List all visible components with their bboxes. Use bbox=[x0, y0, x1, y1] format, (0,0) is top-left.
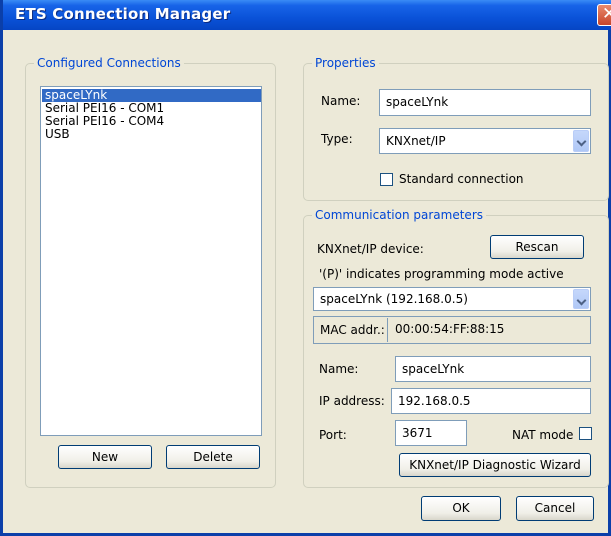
nat-mode-label: NAT mode bbox=[512, 428, 574, 442]
device-select-value: spaceLYnk (192.168.0.5) bbox=[320, 292, 468, 306]
window-title: ETS Connection Manager bbox=[15, 5, 231, 23]
standard-connection-label: Standard connection bbox=[399, 172, 524, 186]
programming-mode-note: '(P)' indicates programming mode active bbox=[319, 267, 564, 281]
close-icon: ✕ bbox=[602, 4, 611, 24]
mac-divider bbox=[387, 318, 388, 342]
connection-manager-window: ETS Connection Manager ✕ Configured Conn… bbox=[0, 0, 611, 536]
ok-button[interactable]: OK bbox=[421, 496, 501, 521]
mac-address-label: MAC addr.: bbox=[320, 323, 385, 337]
close-button[interactable]: ✕ bbox=[597, 4, 611, 26]
port-input[interactable]: 3671 bbox=[395, 420, 467, 446]
comm-name-input[interactable]: spaceLYnk bbox=[395, 356, 591, 382]
chevron-down-icon[interactable] bbox=[573, 289, 589, 309]
diagnostic-wizard-button[interactable]: KNXnet/IP Diagnostic Wizard bbox=[399, 453, 591, 477]
standard-connection-checkbox[interactable] bbox=[380, 173, 393, 186]
mac-address-value: 00:00:54:FF:88:15 bbox=[395, 322, 505, 336]
new-button[interactable]: New bbox=[58, 445, 152, 469]
port-label: Port: bbox=[319, 428, 347, 442]
rescan-button[interactable]: Rescan bbox=[490, 235, 584, 259]
cancel-button[interactable]: Cancel bbox=[516, 496, 594, 521]
connection-item-usb[interactable]: USB bbox=[42, 128, 70, 141]
chevron-down-icon[interactable] bbox=[573, 130, 589, 152]
properties-name-label: Name: bbox=[321, 94, 361, 108]
configured-connections-legend: Configured Connections bbox=[34, 56, 184, 70]
properties-legend: Properties bbox=[312, 56, 379, 70]
knxnet-device-label: KNXnet/IP device: bbox=[317, 242, 424, 256]
properties-type-label: Type: bbox=[321, 132, 353, 146]
communication-parameters-legend: Communication parameters bbox=[312, 208, 486, 222]
type-select[interactable]: KNXnet/IP bbox=[379, 128, 591, 154]
ip-address-label: IP address: bbox=[319, 394, 385, 408]
title-bar[interactable]: ETS Connection Manager ✕ bbox=[3, 0, 611, 30]
properties-name-input[interactable]: spaceLYnk bbox=[379, 89, 591, 116]
type-select-value: KNXnet/IP bbox=[386, 134, 446, 148]
comm-name-label: Name: bbox=[319, 362, 359, 376]
nat-mode-checkbox[interactable] bbox=[579, 427, 592, 440]
connections-list[interactable]: spaceLYnk Serial PEI16 - COM1 Serial PEI… bbox=[40, 86, 262, 436]
ip-address-input[interactable]: 192.168.0.5 bbox=[391, 388, 591, 414]
delete-button[interactable]: Delete bbox=[166, 445, 260, 469]
device-select[interactable]: spaceLYnk (192.168.0.5) bbox=[313, 287, 591, 311]
